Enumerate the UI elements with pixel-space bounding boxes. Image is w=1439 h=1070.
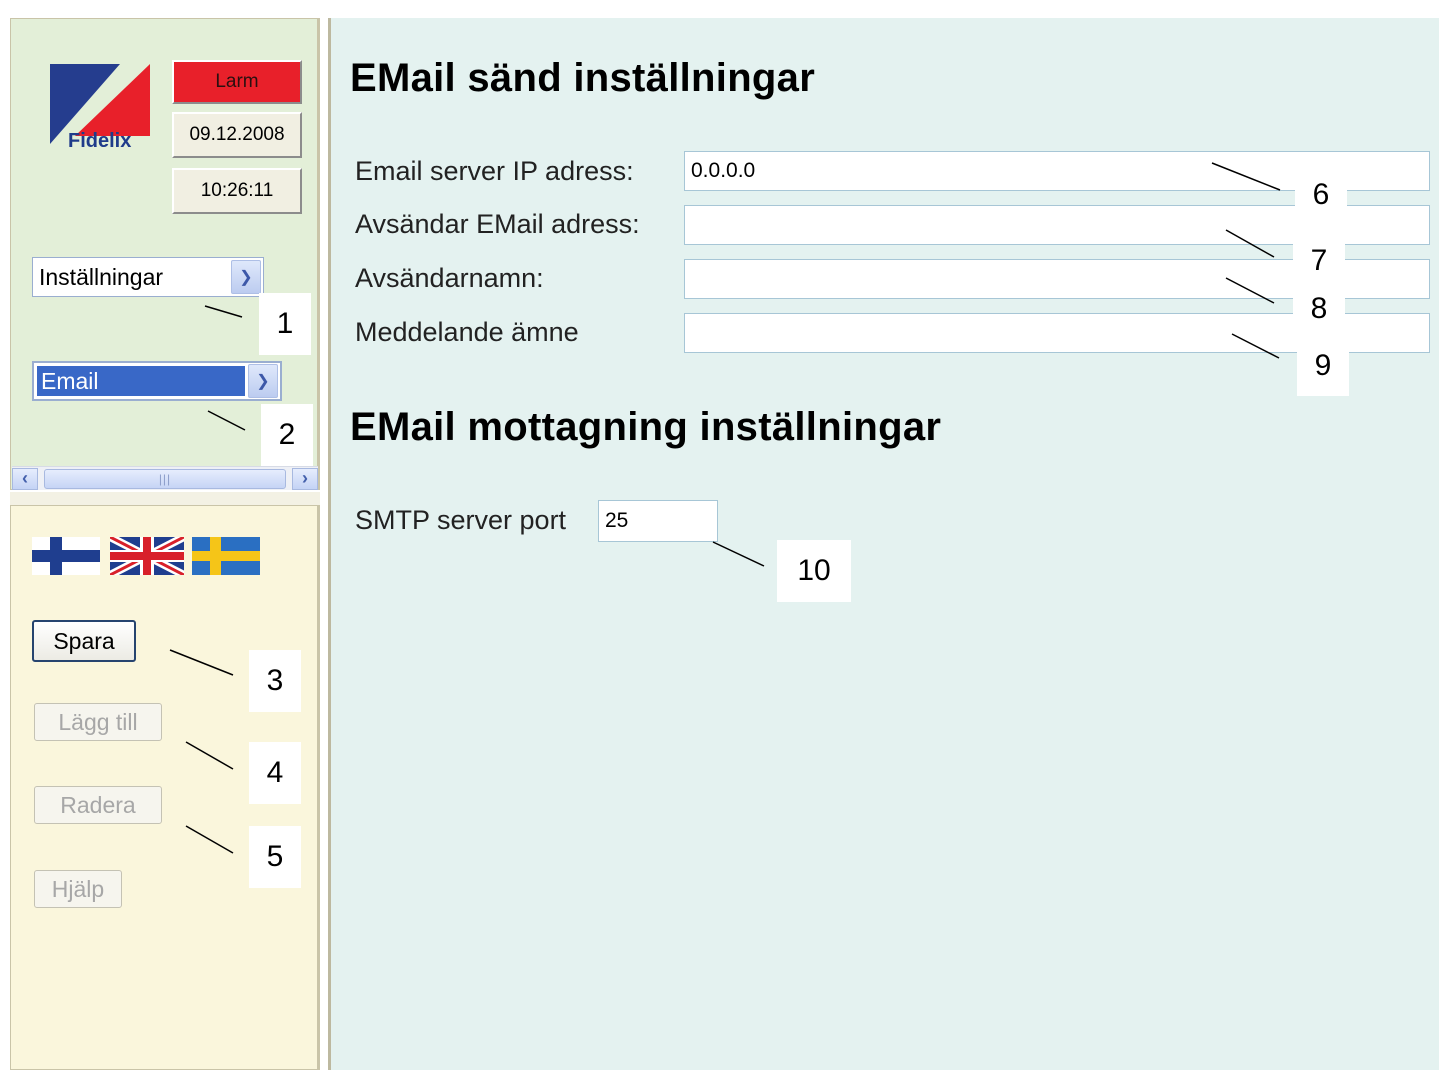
flag-finland-icon[interactable] <box>32 537 100 575</box>
sender-address-label: Avsändar EMail adress: <box>355 209 640 239</box>
save-button[interactable]: Spara <box>32 620 136 662</box>
flag-sweden-icon[interactable] <box>192 537 260 575</box>
callout-6: 6 <box>1295 166 1347 224</box>
horizontal-scrollbar[interactable]: ‹ ||| › <box>12 466 318 490</box>
sender-name-label: Avsändarnamn: <box>355 263 544 293</box>
smtp-port-label: SMTP server port <box>355 505 567 535</box>
callout-8: 8 <box>1293 286 1345 332</box>
date-display: 09.12.2008 <box>172 112 302 158</box>
callout-2: 2 <box>261 404 313 466</box>
panel-splitter[interactable] <box>10 492 320 505</box>
submenu-select[interactable]: Email ❯ <box>32 361 282 401</box>
callout-9: 9 <box>1297 336 1349 396</box>
smtp-port-input[interactable] <box>598 500 718 542</box>
submenu-select-value: Email <box>37 366 245 396</box>
callout-7: 7 <box>1293 236 1345 286</box>
callout-3: 3 <box>249 650 301 712</box>
receive-settings-heading: EMail mottagning inställningar <box>350 405 942 449</box>
menu-select[interactable]: Inställningar ❯ <box>32 257 264 297</box>
chevron-down-icon[interactable]: ❯ <box>248 364 278 398</box>
delete-button[interactable]: Radera <box>34 786 162 824</box>
arrow-right-icon[interactable]: › <box>292 467 318 490</box>
chevron-down-icon[interactable]: ❯ <box>231 260 261 294</box>
send-settings-heading: EMail sänd inställningar <box>350 56 816 100</box>
add-button[interactable]: Lägg till <box>34 703 162 741</box>
flag-uk-icon[interactable] <box>110 537 184 575</box>
time-display: 10:26:11 <box>172 168 302 214</box>
arrow-left-icon[interactable]: ‹ <box>12 467 38 490</box>
help-button[interactable]: Hjälp <box>34 870 122 908</box>
callout-1: 1 <box>259 293 311 355</box>
alarm-button[interactable]: Larm <box>172 60 302 104</box>
server-ip-label: Email server IP adress: <box>355 156 634 186</box>
callout-5: 5 <box>249 826 301 888</box>
scrollbar-thumb[interactable]: ||| <box>44 468 286 489</box>
menu-select-value: Inställningar <box>39 263 164 290</box>
callout-4: 4 <box>249 742 301 804</box>
logo-text: Fidelix <box>68 130 132 152</box>
callout-10: 10 <box>777 540 851 602</box>
subject-label: Meddelande ämne <box>355 317 579 347</box>
